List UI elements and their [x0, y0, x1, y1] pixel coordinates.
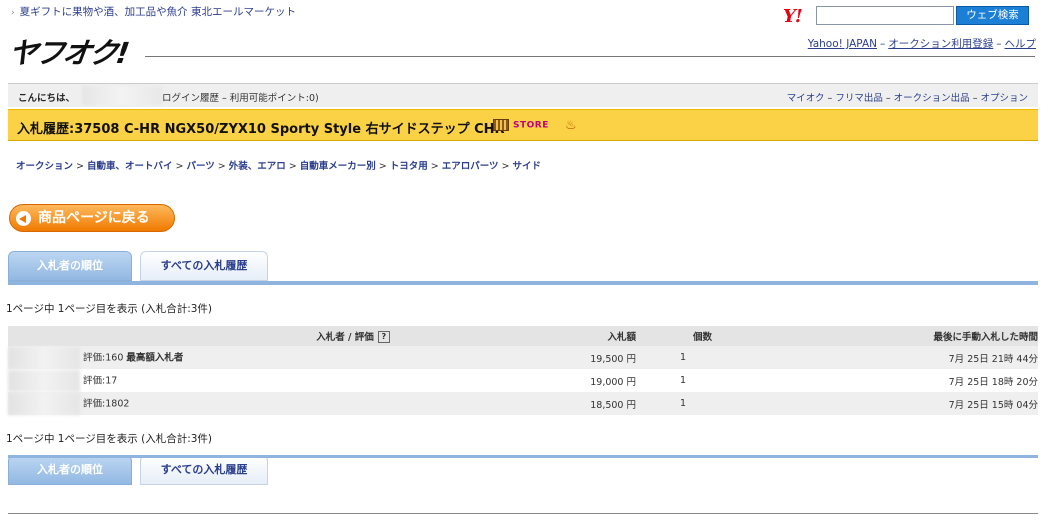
count-header: 個数 [636, 326, 712, 346]
bidder-cell: 評価:160 最高額入札者 [8, 346, 558, 369]
breadcrumb-sep: > [288, 161, 297, 172]
link-sep: – [880, 38, 886, 50]
web-search-button[interactable]: ウェブ検索 [956, 6, 1029, 25]
header-links: Yahoo! JAPAN – オークション利用登録 – ヘルプ [808, 36, 1036, 51]
bidder-header-label: 入札者 / 評価 [316, 331, 374, 343]
amount-cell: 18,500 円 [590, 399, 636, 411]
yafuoku-logo[interactable]: ヤフオク! [6, 30, 131, 72]
table-row: 評価:17 19,000 円 1 7月 25日 18時 20分 [8, 369, 1038, 392]
time-cell: 7月 25日 18時 20分 [948, 376, 1038, 388]
store-icon [493, 119, 509, 131]
link-sep: – [827, 93, 833, 104]
breadcrumb-item[interactable]: 外装、エアロ [229, 161, 286, 172]
breadcrumb-item[interactable]: パーツ [186, 161, 214, 172]
bidder-header: 入札者 / 評価? [8, 326, 558, 346]
user-links: マイオク – フリマ出品 – オークション出品 – オプション [787, 90, 1028, 104]
link-sep: – [972, 93, 978, 104]
page-info: 1ページ中 1ページ目を表示 (入札合計:3件) [6, 303, 213, 315]
title-bar: 入札履歴:37508 C-HR NGX50/ZYX10 Sporty Style… [8, 109, 1038, 141]
amount-header: 入札額 [558, 326, 636, 346]
store-badge: STORE [493, 119, 549, 131]
breadcrumb-item[interactable]: オークション [16, 161, 73, 172]
blurred-bidder-id [8, 392, 80, 415]
tab-bidder-ranking[interactable]: 入札者の順位 [8, 251, 132, 281]
count-cell: 1 [679, 352, 686, 363]
tab-overline [8, 455, 1038, 458]
page-info-bottom: 1ページ中 1ページ目を表示 (入札合計:3件) [6, 433, 213, 445]
yahoo-japan-link[interactable]: Yahoo! JAPAN [808, 38, 877, 50]
count-cell: 1 [679, 375, 686, 386]
time-cell: 7月 25日 21時 44分 [948, 353, 1038, 365]
promo-arrow-icon: › [11, 8, 15, 18]
amount-cell: 19,500 円 [590, 353, 636, 365]
auction-listing-link[interactable]: オークション出品 [894, 93, 970, 104]
back-to-item-button[interactable]: 商品ページに戻る [9, 204, 175, 232]
breadcrumb-item[interactable]: エアロパーツ [442, 161, 499, 172]
count-cell: 1 [679, 398, 686, 409]
breadcrumb-sep: > [217, 161, 226, 172]
table-header-row: 入札者 / 評価? 入札額 個数 最後に手動入札した時間 [8, 326, 1038, 346]
flea-market-listing-link[interactable]: フリマ出品 [835, 93, 883, 104]
tab-bidder-ranking[interactable]: 入札者の順位 [8, 455, 132, 485]
breadcrumb-item[interactable]: サイド [512, 161, 541, 172]
bidder-cell: 評価:17 [8, 369, 558, 392]
help-icon[interactable]: ? [377, 331, 390, 344]
rating[interactable]: 評価:1802 [83, 398, 129, 409]
rating[interactable]: 評価:17 [83, 375, 117, 386]
help-link[interactable]: ヘルプ [1005, 38, 1037, 50]
yahoo-logo[interactable]: Y! [783, 6, 803, 27]
time-cell: 7月 25日 15時 04分 [948, 399, 1038, 411]
table-row: 評価:1802 18,500 円 1 7月 25日 15時 04分 [8, 392, 1038, 415]
user-bar: こんにちは、 ログイン履歴 – 利用可能ポイント:0) マイオク – フリマ出品… [8, 83, 1038, 107]
promo-text[interactable]: 夏ギフトに果物や酒、加工品や魚介 東北エールマーケット [20, 6, 296, 18]
top-bidder-badge: 最高額入札者 [126, 352, 184, 363]
login-history-link[interactable]: ログイン履歴 – 利用可能ポイント:0) [162, 90, 319, 104]
breadcrumb-sep: > [175, 161, 184, 172]
back-arrow-icon [16, 211, 31, 226]
store-label: STORE [513, 120, 549, 131]
header-divider [145, 56, 1035, 57]
link-sep: – [996, 38, 1002, 50]
footer-divider [8, 513, 1038, 514]
time-header: 最後に手動入札した時間 [712, 326, 1038, 346]
auction-register-link[interactable]: オークション利用登録 [888, 38, 993, 50]
tab-bar-top: 入札者の順位 すべての入札履歴 [8, 251, 1038, 285]
blurred-bidder-id [8, 346, 80, 369]
back-button-label: 商品ページに戻る [38, 210, 150, 226]
blurred-username [82, 86, 162, 105]
breadcrumb-item[interactable]: トヨタ用 [390, 161, 428, 172]
seller-rank-icon: ♨ [565, 118, 577, 133]
link-sep: – [885, 93, 891, 104]
options-link[interactable]: オプション [980, 93, 1028, 104]
page-title: 入札履歴:37508 C-HR NGX50/ZYX10 Sporty Style… [17, 122, 505, 137]
search-input[interactable] [816, 6, 954, 25]
tab-underline [8, 281, 1038, 285]
amount-cell: 19,000 円 [590, 376, 636, 388]
breadcrumb-sep: > [378, 161, 387, 172]
bidder-cell: 評価:1802 [8, 392, 558, 415]
bid-table: 入札者 / 評価? 入札額 個数 最後に手動入札した時間 評価:160 最高額入… [8, 326, 1038, 415]
tab-bar-bottom: 入札者の順位 すべての入札履歴 [8, 455, 1038, 489]
my-auction-link[interactable]: マイオク [787, 93, 825, 104]
breadcrumb-sep: > [501, 161, 510, 172]
breadcrumb-sep: > [430, 161, 439, 172]
breadcrumb-item[interactable]: 自動車、オートバイ [87, 161, 173, 172]
greeting: こんにちは、 [18, 93, 76, 104]
table-row: 評価:160 最高額入札者 19,500 円 1 7月 25日 21時 44分 [8, 346, 1038, 369]
breadcrumb: オークション > 自動車、オートバイ > パーツ > 外装、エアロ > 自動車メーカー別 > トヨタ… [16, 158, 541, 172]
tab-all-history[interactable]: すべての入札履歴 [140, 251, 268, 281]
rating[interactable]: 評価:160 [83, 352, 123, 363]
breadcrumb-item[interactable]: 自動車メーカー別 [300, 161, 376, 172]
breadcrumb-sep: > [76, 161, 84, 172]
promo-link[interactable]: › 夏ギフトに果物や酒、加工品や魚介 東北エールマーケット [11, 4, 296, 19]
blurred-bidder-id [8, 369, 80, 392]
tab-all-history[interactable]: すべての入札履歴 [140, 455, 268, 485]
